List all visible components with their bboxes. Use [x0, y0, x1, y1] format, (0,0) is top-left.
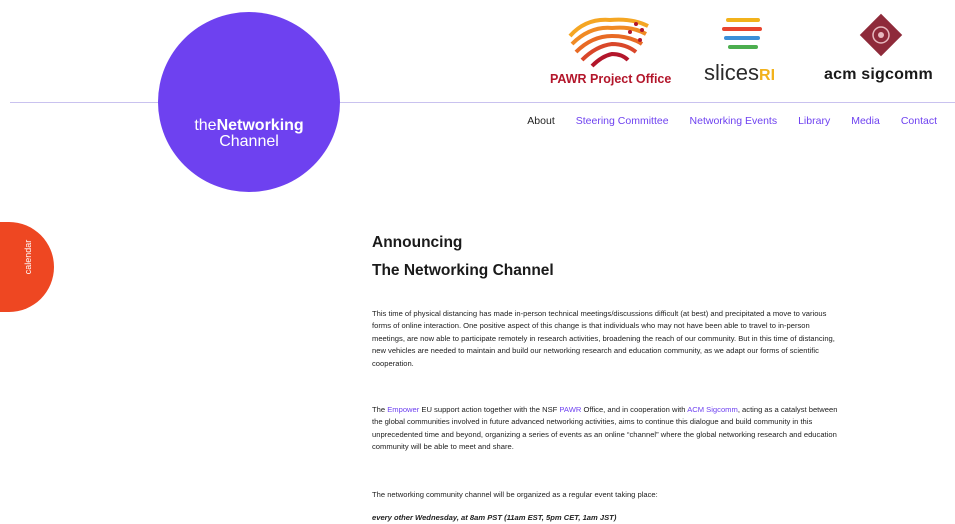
slices-stripes-icon [722, 18, 762, 49]
pawr-logo[interactable]: PAWR Project Office [548, 14, 672, 90]
article-heading-title: The Networking Channel [372, 262, 554, 279]
acm-logo-label: acm sigcomm [824, 66, 933, 83]
pawr-logo-label: PAWR Project Office [550, 72, 672, 86]
article-paragraph-2: The Empower EU support action together w… [372, 404, 842, 454]
calendar-tab[interactable]: calendar [0, 222, 54, 312]
main-nav: About Steering Committee Networking Even… [527, 115, 937, 127]
site-logo-prefix: the [194, 117, 217, 134]
slices-ri-word: RI [759, 67, 776, 84]
article-schedule: every other Wednesday, at 8am PST (11am … [372, 513, 617, 522]
article-paragraph-3: The networking community channel will be… [372, 490, 658, 499]
article-heading-announcing: Announcing [372, 234, 463, 251]
nav-steering-committee[interactable]: Steering Committee [576, 115, 669, 127]
acm-sigcomm-link[interactable]: ACM Sigcomm [687, 405, 738, 414]
p2-text-1: The [372, 405, 388, 414]
p2-text-2: EU support action together with the NSF [419, 405, 560, 414]
acm-diamond-icon [859, 13, 903, 57]
p2-text-3: Office, and in cooperation with [581, 405, 688, 414]
site-logo-text: theNetworking Channel [158, 118, 340, 150]
header-divider [10, 102, 955, 103]
site-logo[interactable]: theNetworking Channel [158, 12, 340, 192]
article-paragraph-1: This time of physical distancing has mad… [372, 309, 835, 368]
pawr-map-icon [568, 17, 649, 68]
slices-logo-label: slicesRI [704, 60, 775, 86]
nav-about[interactable]: About [527, 115, 554, 127]
site-logo-bold: Networking [216, 117, 304, 134]
site-logo-line1: theNetworking [158, 118, 340, 134]
nav-contact[interactable]: Contact [901, 115, 937, 127]
article: Announcing The Networking Channel This t… [372, 232, 842, 522]
sponsor-logos: PAWR Project Office slicesRI acm sigcomm [0, 8, 955, 98]
nav-media[interactable]: Media [851, 115, 880, 127]
site-logo-line2: Channel [219, 133, 279, 150]
calendar-tab-label: calendar [23, 239, 33, 275]
slices-logo[interactable]: slicesRI [700, 14, 800, 90]
nav-networking-events[interactable]: Networking Events [690, 115, 778, 127]
acm-sigcomm-logo[interactable]: acm sigcomm [818, 10, 948, 90]
slices-word: slices [704, 60, 760, 85]
empower-link[interactable]: Empower [387, 405, 419, 414]
pawr-link[interactable]: PAWR [559, 405, 581, 414]
nav-library[interactable]: Library [798, 115, 830, 127]
